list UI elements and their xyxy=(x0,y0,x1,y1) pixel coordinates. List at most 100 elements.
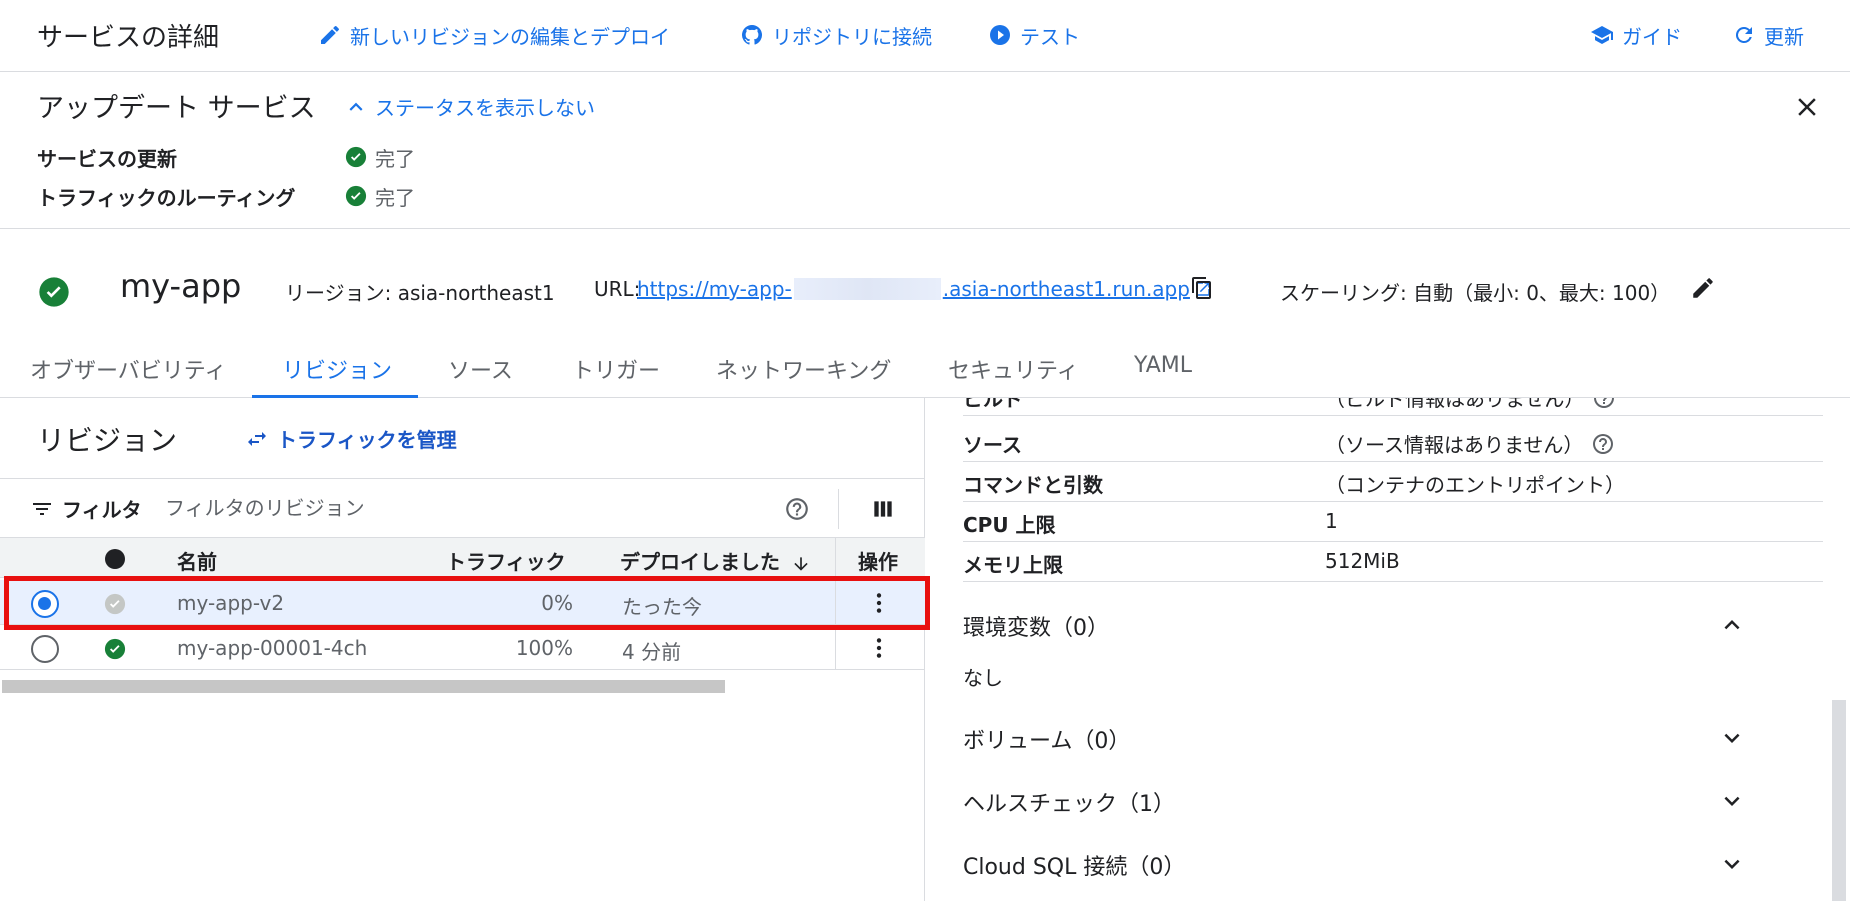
play-circle-icon xyxy=(990,25,1010,45)
service-name: my-app xyxy=(120,267,242,305)
service-header: my-app リージョン: asia-northeast1 URL: https… xyxy=(0,229,1850,339)
status-row-traffic-routing: トラフィックのルーティング 完了 xyxy=(37,181,415,211)
hide-status-toggle[interactable]: ステータスを表示しない xyxy=(343,92,595,121)
close-panel-button[interactable] xyxy=(1792,92,1822,122)
revision-details-pane: ビルド （ビルド情報はありません） ソース （ソース情報はありません） コマンド… xyxy=(926,398,1850,901)
service-url-link[interactable]: https://my-app- .asia-northeast1.run.app xyxy=(637,277,1212,301)
edit-scaling-icon[interactable] xyxy=(1690,275,1716,301)
column-name[interactable]: 名前 xyxy=(177,546,217,575)
section-health-check[interactable]: ヘルスチェック（1） xyxy=(963,776,1763,826)
column-actions: 操作 xyxy=(858,550,898,574)
more-vert-icon[interactable] xyxy=(866,635,892,661)
manage-traffic-button[interactable]: トラフィックを管理 xyxy=(245,424,457,453)
service-region: リージョン: asia-northeast1 xyxy=(285,281,555,305)
detail-value-text: （ビルド情報はありません） xyxy=(1325,398,1585,411)
detail-key: ビルド xyxy=(963,398,1023,411)
status-text: 完了 xyxy=(375,185,415,210)
chevron-down-icon[interactable] xyxy=(1717,849,1747,879)
close-icon xyxy=(1798,98,1816,116)
guide-button[interactable]: ガイド xyxy=(1590,20,1682,50)
connect-repo-button[interactable]: リポジトリに接続 xyxy=(740,20,932,50)
edit-deploy-button[interactable]: 新しいリビジョンの編集とデプロイ xyxy=(318,20,670,50)
connect-repo-label: リポジトリに接続 xyxy=(772,24,932,49)
divider xyxy=(835,625,836,670)
test-button[interactable]: テスト xyxy=(988,20,1080,50)
section-env-vars[interactable]: 環境変数（0） xyxy=(963,600,1763,650)
url-label: URL: xyxy=(594,277,641,301)
status-column-icon xyxy=(105,549,125,569)
help-icon[interactable] xyxy=(784,496,810,522)
update-panel-title: アップデート サービス xyxy=(37,93,316,124)
tab-networking[interactable]: ネットワーキング xyxy=(716,353,891,385)
github-icon xyxy=(741,24,763,45)
top-toolbar: サービスの詳細 新しいリビジョンの編集とデプロイ リポジトリに接続 テスト ガイ… xyxy=(0,0,1850,72)
tab-source[interactable]: ソース xyxy=(448,353,513,385)
hide-status-label: ステータスを表示しない xyxy=(375,96,595,120)
chevron-up-icon[interactable] xyxy=(1717,610,1747,640)
scaling-info: スケーリング: 自動（最小: 0、最大: 100） xyxy=(1280,281,1671,305)
detail-row-memory: メモリ上限 512MiB xyxy=(963,542,1823,582)
horizontal-scrollbar[interactable] xyxy=(2,680,725,693)
env-vars-empty-text: なし xyxy=(963,666,1003,690)
selection-highlight-box xyxy=(4,576,930,630)
school-icon xyxy=(1591,26,1613,44)
help-icon[interactable] xyxy=(1591,432,1615,456)
filter-bar: フィルタ xyxy=(0,478,925,538)
section-cloud-sql[interactable]: Cloud SQL 接続（0） xyxy=(963,839,1763,889)
detail-value: 512MiB xyxy=(1325,549,1400,573)
check-circle-icon xyxy=(104,638,126,660)
check-circle-icon xyxy=(345,185,367,207)
copy-icon[interactable] xyxy=(1190,276,1214,300)
service-ok-icon xyxy=(39,277,69,307)
filter-button[interactable]: フィルタ xyxy=(30,494,142,523)
tab-observability[interactable]: オブザーバビリティ xyxy=(30,353,226,385)
manage-traffic-label: トラフィックを管理 xyxy=(277,428,457,452)
table-row[interactable]: my-app-00001-4ch 100% 4 分前 xyxy=(0,625,925,670)
detail-value: （コンテナのエントリポイント） xyxy=(1325,473,1625,497)
tab-yaml[interactable]: YAML xyxy=(1134,353,1192,378)
detail-row-source: ソース （ソース情報はありません） xyxy=(963,422,1823,462)
status-label: サービスの更新 xyxy=(37,146,177,171)
filter-list-icon xyxy=(33,502,51,515)
url-redacted-segment xyxy=(793,278,941,300)
filter-label: フィルタ xyxy=(62,498,142,522)
section-volumes[interactable]: ボリューム（0） xyxy=(963,713,1763,763)
chevron-down-icon[interactable] xyxy=(1717,723,1747,753)
page-title: サービスの詳細 xyxy=(37,23,220,53)
section-title: ボリューム（0） xyxy=(963,729,1131,754)
chevron-down-icon[interactable] xyxy=(1717,786,1747,816)
column-traffic[interactable]: トラフィック xyxy=(446,546,566,575)
refresh-icon xyxy=(1735,26,1752,43)
refresh-button[interactable]: 更新 xyxy=(1732,20,1804,50)
status-value: 完了 xyxy=(345,143,415,172)
detail-value-text: （ソース情報はありません） xyxy=(1325,433,1584,457)
revision-deployed: 4 分前 xyxy=(622,640,682,664)
arrow-down-icon xyxy=(794,556,808,571)
detail-row-cpu: CPU 上限 1 xyxy=(963,502,1823,542)
detail-key: CPU 上限 xyxy=(963,513,1056,537)
status-value: 完了 xyxy=(345,182,415,211)
tab-revisions[interactable]: リビジョン xyxy=(282,353,392,385)
tab-security[interactable]: セキュリティ xyxy=(948,353,1079,385)
detail-row-command: コマンドと引数 （コンテナのエントリポイント） xyxy=(963,462,1823,502)
status-label: トラフィックのルーティング xyxy=(37,185,296,210)
revisions-pane: リビジョン トラフィックを管理 フィルタ 名前 トラフィック デプロイしました … xyxy=(0,398,925,901)
row-radio[interactable] xyxy=(31,635,59,663)
revision-name: my-app-00001-4ch xyxy=(177,636,368,660)
column-deployed[interactable]: デプロイしました xyxy=(620,546,811,575)
detail-row-build: ビルド （ビルド情報はありません） xyxy=(963,398,1823,416)
column-display-icon[interactable] xyxy=(870,496,896,522)
tab-triggers[interactable]: トリガー xyxy=(572,353,660,385)
pencil-icon xyxy=(321,25,339,44)
test-label: テスト xyxy=(1020,24,1080,49)
divider xyxy=(835,538,836,578)
detail-key: コマンドと引数 xyxy=(963,473,1103,497)
status-row-service-update: サービスの更新 完了 xyxy=(37,142,415,172)
update-status-panel: アップデート サービス ステータスを表示しない サービスの更新 完了 トラフィッ… xyxy=(0,72,1850,229)
filter-input[interactable] xyxy=(165,489,765,527)
section-title: Cloud SQL 接続（0） xyxy=(963,855,1186,880)
detail-value: （ビルド情報はありません） xyxy=(1325,398,1616,412)
vertical-scrollbar[interactable] xyxy=(1832,700,1846,901)
help-icon[interactable] xyxy=(1592,398,1616,410)
revision-traffic: 100% xyxy=(515,636,573,660)
